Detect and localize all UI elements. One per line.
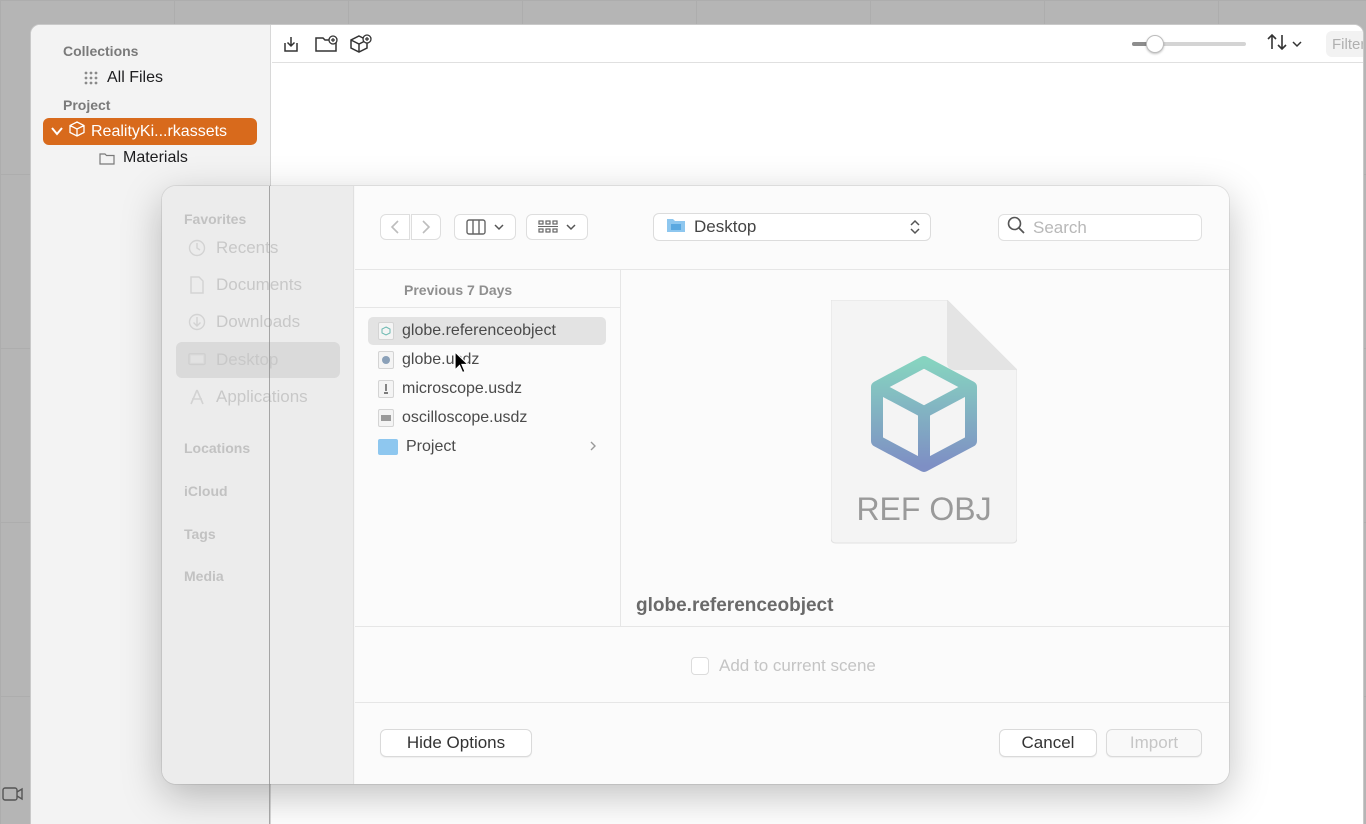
tags-heading[interactable]: Tags bbox=[184, 526, 216, 542]
import-button[interactable]: Import bbox=[1106, 729, 1202, 757]
referenceobject-file-icon bbox=[378, 322, 394, 340]
cancel-button[interactable]: Cancel bbox=[999, 729, 1097, 757]
media-heading[interactable]: Media bbox=[184, 568, 224, 584]
sidebar-item-all-files[interactable]: All Files bbox=[83, 69, 163, 87]
filter-input[interactable] bbox=[1326, 31, 1363, 57]
file-name: microscope.usdz bbox=[402, 380, 523, 397]
package-icon bbox=[69, 121, 85, 142]
import-icon[interactable] bbox=[280, 34, 302, 54]
chevron-right-icon bbox=[422, 220, 431, 234]
applications-icon bbox=[188, 388, 206, 406]
new-folder-icon[interactable] bbox=[314, 34, 340, 54]
add-to-scene-option[interactable]: Add to current scene bbox=[691, 656, 876, 676]
sidebar-item-label: Documents bbox=[216, 275, 302, 294]
file-row-project-folder[interactable]: Project bbox=[368, 433, 606, 461]
forward-button[interactable] bbox=[411, 214, 441, 240]
group-by-button[interactable] bbox=[526, 214, 588, 240]
location-popup[interactable]: Desktop bbox=[653, 213, 931, 241]
ref-obj-document-icon: REF OBJ bbox=[831, 300, 1017, 544]
sidebar-item-documents[interactable]: Documents bbox=[176, 267, 340, 303]
add-to-scene-checkbox[interactable] bbox=[691, 657, 709, 675]
group-grid-icon bbox=[538, 220, 558, 233]
location-label: Desktop bbox=[694, 217, 757, 236]
add-to-scene-label: Add to current scene bbox=[719, 656, 876, 675]
import-dialog: Favorites Recents Documents Downloads De… bbox=[162, 186, 1229, 784]
divider bbox=[355, 626, 1229, 627]
zoom-slider[interactable] bbox=[1132, 35, 1246, 53]
preview-file-name: globe.referenceobject bbox=[636, 595, 834, 616]
download-icon bbox=[188, 313, 206, 331]
icloud-heading[interactable]: iCloud bbox=[184, 483, 228, 499]
folder-icon bbox=[378, 439, 398, 455]
file-row-globe-usdz[interactable]: globe.usdz bbox=[368, 346, 606, 374]
favorites-heading: Favorites bbox=[184, 211, 247, 227]
ref-obj-label: REF OBJ bbox=[856, 491, 991, 527]
desktop-icon bbox=[188, 351, 206, 369]
view-mode-button[interactable] bbox=[454, 214, 516, 240]
file-row-oscilloscope-usdz[interactable]: oscilloscope.usdz bbox=[368, 404, 606, 432]
columns-view-icon bbox=[466, 219, 486, 235]
chevron-right-icon bbox=[590, 440, 596, 454]
window-divider-line bbox=[269, 186, 270, 824]
search-icon bbox=[1007, 216, 1025, 239]
sort-arrows-icon bbox=[1266, 33, 1288, 56]
usdz-file-icon bbox=[378, 409, 394, 427]
chevron-left-icon bbox=[390, 220, 399, 234]
divider bbox=[355, 702, 1229, 703]
sidebar-item-materials[interactable]: Materials bbox=[99, 149, 188, 167]
file-name: oscilloscope.usdz bbox=[402, 409, 528, 426]
grid-icon bbox=[83, 70, 99, 86]
chevron-down-icon bbox=[1292, 35, 1302, 53]
chevron-down-icon[interactable] bbox=[51, 123, 63, 141]
sidebar-item-label: Materials bbox=[123, 149, 188, 166]
project-heading: Project bbox=[63, 97, 111, 113]
updown-chevron-icon bbox=[910, 219, 920, 237]
sidebar-item-label: RealityKi...rkassets bbox=[91, 122, 228, 140]
collections-heading: Collections bbox=[63, 43, 139, 59]
document-icon bbox=[188, 276, 206, 294]
camera-icon[interactable] bbox=[2, 786, 24, 804]
file-name: globe.referenceobject bbox=[402, 322, 556, 339]
asset-toolbar bbox=[272, 25, 1363, 63]
sidebar-item-project[interactable]: RealityKi...rkassets bbox=[43, 118, 257, 145]
file-row-globe-referenceobject[interactable]: globe.referenceobject bbox=[368, 317, 606, 345]
dialog-sidebar: Favorites Recents Documents Downloads De… bbox=[162, 186, 354, 784]
search-field[interactable] bbox=[998, 214, 1202, 241]
dialog-main: Desktop Previous 7 Days globe.referenceo… bbox=[355, 186, 1229, 784]
chevron-down-icon bbox=[566, 224, 576, 231]
add-asset-icon[interactable] bbox=[348, 34, 374, 54]
clock-icon bbox=[188, 239, 206, 257]
folder-icon bbox=[99, 150, 115, 166]
hide-options-button[interactable]: Hide Options bbox=[380, 729, 532, 757]
file-list: Previous 7 Days globe.referenceobject gl… bbox=[355, 270, 621, 626]
back-button[interactable] bbox=[380, 214, 410, 240]
sidebar-item-label: Applications bbox=[216, 387, 308, 406]
sidebar-item-applications[interactable]: Applications bbox=[176, 379, 340, 415]
file-name: Project bbox=[406, 438, 456, 455]
file-row-microscope-usdz[interactable]: microscope.usdz bbox=[368, 375, 606, 403]
sort-button[interactable] bbox=[1266, 33, 1306, 55]
usdz-file-icon bbox=[378, 351, 394, 369]
sidebar-item-label: All Files bbox=[107, 69, 164, 86]
sidebar-item-downloads[interactable]: Downloads bbox=[176, 304, 340, 340]
locations-heading[interactable]: Locations bbox=[184, 440, 250, 456]
zoom-slider-thumb[interactable] bbox=[1145, 35, 1164, 53]
usdz-file-icon bbox=[378, 380, 394, 398]
search-input[interactable] bbox=[1033, 217, 1183, 238]
file-list-header: Previous 7 Days bbox=[355, 270, 620, 308]
file-preview: REF OBJ globe.referenceobject bbox=[622, 270, 1229, 626]
sidebar-item-desktop[interactable]: Desktop bbox=[176, 342, 340, 378]
sidebar-item-recents[interactable]: Recents bbox=[176, 230, 340, 266]
sidebar-item-label: Downloads bbox=[216, 312, 301, 331]
desktop-folder-icon bbox=[666, 217, 686, 238]
chevron-down-icon bbox=[494, 224, 504, 231]
mouse-cursor-icon bbox=[454, 351, 470, 374]
